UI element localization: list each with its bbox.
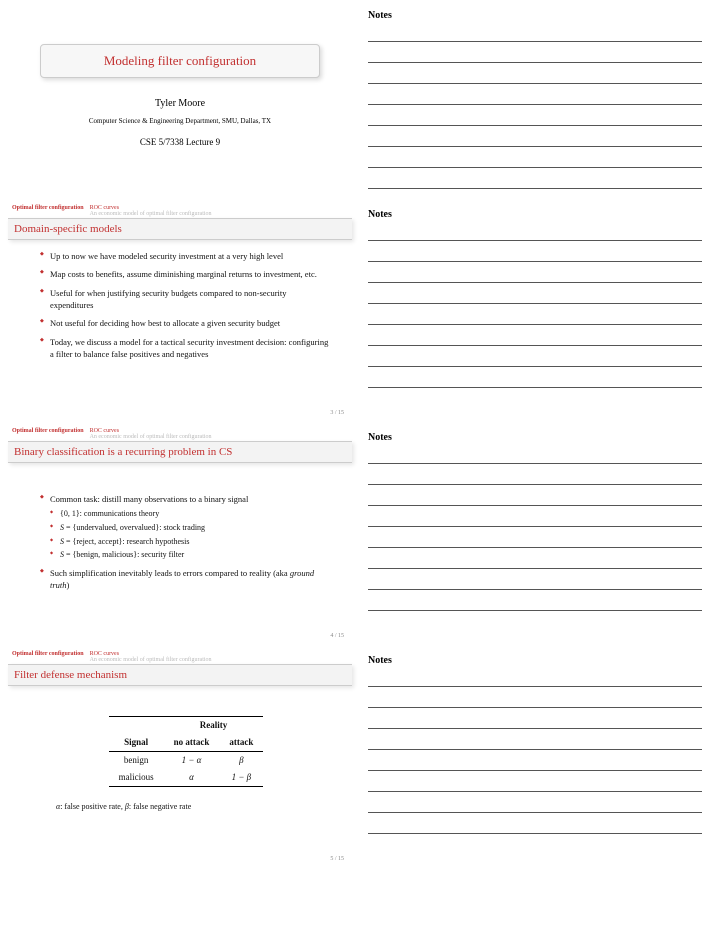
list-item: Not useful for deciding how best to allo…	[40, 317, 332, 329]
page-number: 3 / 15	[330, 410, 344, 416]
rule	[368, 104, 702, 105]
rule	[368, 833, 702, 834]
rule	[368, 526, 702, 527]
rule	[368, 366, 702, 367]
rule	[368, 146, 702, 147]
list-item: S = {reject, accept}: research hypothesi…	[50, 536, 332, 548]
row-benign: benign	[109, 752, 164, 770]
slide-body: Reality Signal no attack attack benign 1…	[8, 716, 352, 813]
page-number: 4 / 15	[330, 633, 344, 639]
page-4: Optimal filter configuration ROC curves …	[0, 645, 720, 868]
rule	[368, 568, 702, 569]
rule	[368, 125, 702, 126]
cap-text: : false positive rate,	[60, 802, 125, 811]
rule	[368, 324, 702, 325]
th-noattack: no attack	[164, 734, 220, 752]
rule	[368, 83, 702, 84]
course-line: CSE 5/7338 Lecture 9	[8, 137, 352, 147]
list-item: Map costs to benefits, assume diminishin…	[40, 268, 332, 280]
rule	[368, 345, 702, 346]
notes-area-3: Notes	[360, 422, 720, 645]
slide-nav: Optimal filter configuration ROC curves …	[8, 649, 352, 664]
affiliation: Computer Science & Engineering Departmen…	[8, 117, 352, 125]
presentation-title: Modeling filter configuration	[40, 44, 320, 78]
author: Tyler Moore	[8, 98, 352, 109]
slide-title: Binary classification is a recurring pro…	[8, 441, 352, 463]
rule	[368, 610, 702, 611]
rule	[368, 240, 702, 241]
slide-nav: Optimal filter configuration ROC curves …	[8, 426, 352, 441]
item-text: )	[67, 580, 70, 590]
slide-body: Common task: distill many observations t…	[8, 473, 352, 591]
list-item: Useful for when justifying security budg…	[40, 287, 332, 312]
rule	[368, 282, 702, 283]
rule	[368, 728, 702, 729]
slide-domain-models: Optimal filter configuration ROC curves …	[0, 199, 360, 422]
list-item: Such simplification inevitably leads to …	[40, 567, 332, 592]
rate-caption: α: false positive rate, β: false negativ…	[40, 801, 332, 813]
nav-section: Optimal filter configuration	[12, 205, 84, 211]
cap-text: : false negative rate	[129, 802, 191, 811]
rule	[368, 812, 702, 813]
nav-sub2: An economic model of optimal filter conf…	[90, 434, 212, 440]
th-attack: attack	[219, 734, 263, 752]
notes-label: Notes	[368, 10, 702, 21]
rule	[368, 167, 702, 168]
page-number: 5 / 15	[330, 856, 344, 862]
th-reality: Reality	[164, 717, 264, 735]
rule	[368, 505, 702, 506]
list-item: S = {undervalued, overvalued}: stock tra…	[50, 522, 332, 534]
rule	[368, 770, 702, 771]
nav-sub2: An economic model of optimal filter conf…	[90, 211, 212, 217]
rule	[368, 589, 702, 590]
page-1: Modeling filter configuration Tyler Moor…	[0, 0, 720, 199]
th-signal: Signal	[109, 734, 164, 752]
rule	[368, 387, 702, 388]
notes-label: Notes	[368, 432, 702, 443]
notes-area-4: Notes	[360, 645, 720, 868]
rule	[368, 791, 702, 792]
rule	[368, 484, 702, 485]
rule	[368, 261, 702, 262]
notes-label: Notes	[368, 655, 702, 666]
cell: 1 − β	[219, 769, 263, 787]
notes-label: Notes	[368, 209, 702, 220]
list-item: {0, 1}: communications theory	[50, 508, 332, 520]
nav-sub2: An economic model of optimal filter conf…	[90, 657, 212, 663]
list-item: Common task: distill many observations t…	[40, 493, 332, 561]
rule	[368, 686, 702, 687]
rule	[368, 303, 702, 304]
row-malicious: malicious	[109, 769, 164, 787]
slide-binary-classification: Optimal filter configuration ROC curves …	[0, 422, 360, 645]
cell: α	[164, 769, 220, 787]
slide-body: Up to now we have modeled security inves…	[8, 250, 352, 360]
item-text: Such simplification inevitably leads to …	[50, 568, 290, 578]
rule	[368, 749, 702, 750]
notes-area-2: Notes	[360, 199, 720, 422]
slide-filter-defense: Optimal filter configuration ROC curves …	[0, 645, 360, 868]
rule	[368, 41, 702, 42]
rule	[368, 62, 702, 63]
rule	[368, 463, 702, 464]
rule	[368, 547, 702, 548]
rule	[368, 707, 702, 708]
list-item: Today, we discuss a model for a tactical…	[40, 336, 332, 361]
slide-title: Filter defense mechanism	[8, 664, 352, 686]
list-item: Up to now we have modeled security inves…	[40, 250, 332, 262]
confusion-table: Reality Signal no attack attack benign 1…	[109, 716, 264, 787]
item-text: Common task: distill many observations t…	[50, 494, 248, 504]
slide-title: Modeling filter configuration Tyler Moor…	[0, 0, 360, 199]
list-item: S = {benign, malicious}: security filter	[50, 549, 332, 561]
rule	[368, 188, 702, 189]
page-2: Optimal filter configuration ROC curves …	[0, 199, 720, 422]
nav-section: Optimal filter configuration	[12, 651, 84, 657]
notes-area-1: Notes	[360, 0, 720, 199]
cell: 1 − α	[164, 752, 220, 770]
slide-nav: Optimal filter configuration ROC curves …	[8, 203, 352, 218]
cell: β	[219, 752, 263, 770]
slide-title: Domain-specific models	[8, 218, 352, 240]
nav-section: Optimal filter configuration	[12, 428, 84, 434]
page-3: Optimal filter configuration ROC curves …	[0, 422, 720, 645]
